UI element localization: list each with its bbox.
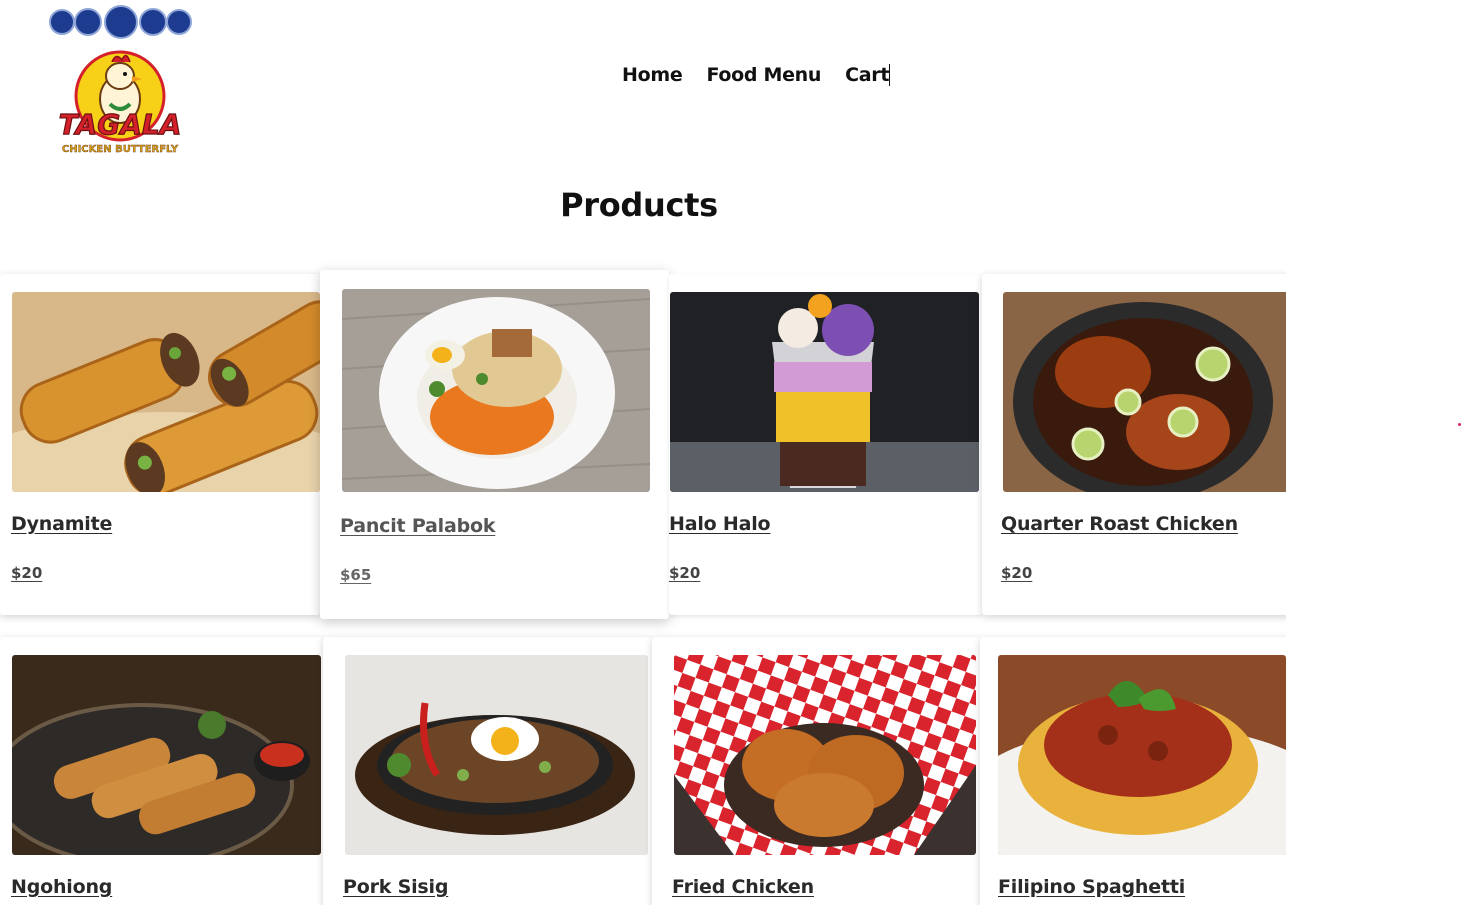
product-name[interactable]: Pancit Palabok (340, 515, 495, 537)
pork-sisig-image[interactable] (345, 655, 648, 855)
filipino-spaghetti-image[interactable] (998, 655, 1286, 855)
product-card[interactable]: Halo Halo $20 (669, 274, 982, 615)
product-card[interactable]: Pork Sisig (323, 637, 652, 905)
product-name[interactable]: Halo Halo (669, 513, 771, 535)
product-grid: Dynamite $20 Pancit Palabok $65 Halo Hal… (0, 0, 1286, 905)
product-card[interactable]: Ngohiong (0, 637, 323, 905)
product-card[interactable]: Dynamite $20 (0, 274, 320, 615)
product-name[interactable]: Pork Sisig (343, 876, 448, 898)
product-name[interactable]: Ngohiong (11, 876, 112, 898)
ngohiong-image[interactable] (12, 655, 321, 855)
product-card[interactable]: Pancit Palabok $65 (320, 270, 669, 619)
product-card[interactable]: Quarter Roast Chicken $20 (982, 274, 1286, 615)
product-price[interactable]: $65 (340, 566, 371, 584)
product-card[interactable]: Filipino Spaghetti (980, 637, 1286, 905)
pancit-palabok-image[interactable] (342, 289, 650, 492)
dynamite-lumpia-image[interactable] (12, 292, 320, 492)
product-price[interactable]: $20 (1001, 564, 1032, 582)
roast-chicken-image[interactable] (1003, 292, 1286, 492)
halo-halo-image[interactable] (670, 292, 979, 492)
product-name[interactable]: Fried Chicken (672, 876, 814, 898)
product-price[interactable]: $20 (669, 564, 700, 582)
accent-dot (1458, 423, 1461, 426)
fried-chicken-image[interactable] (674, 655, 976, 855)
product-name[interactable]: Dynamite (11, 513, 112, 535)
product-price[interactable]: $20 (11, 564, 42, 582)
product-name[interactable]: Filipino Spaghetti (998, 876, 1185, 898)
product-card[interactable]: Fried Chicken (652, 637, 980, 905)
product-name[interactable]: Quarter Roast Chicken (1001, 513, 1238, 535)
